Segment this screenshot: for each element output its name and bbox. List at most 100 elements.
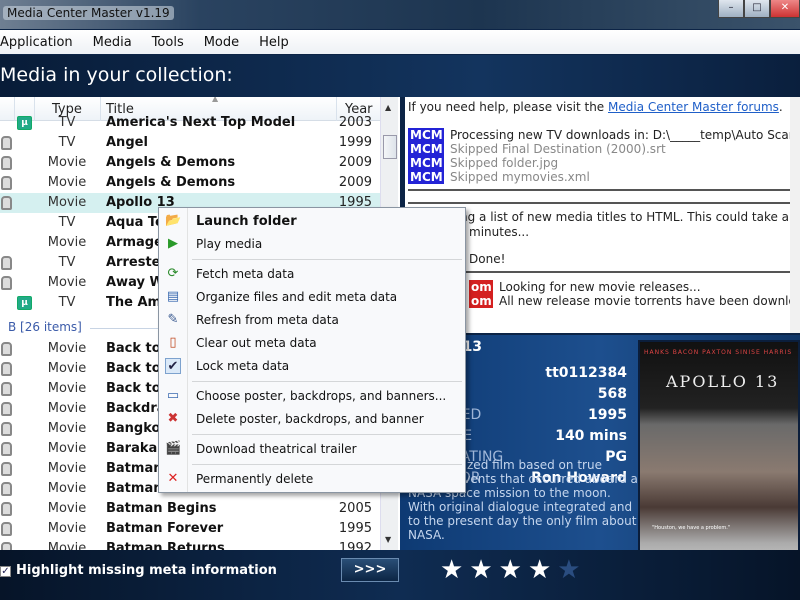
menu-item-permanently-delete[interactable]: ✕ Permanently delete <box>159 468 465 490</box>
star-filled-icon[interactable]: ★ <box>469 555 492 585</box>
highlight-checkbox-label[interactable]: Highlight missing meta information <box>16 563 277 578</box>
row-title: Back to <box>106 361 161 376</box>
menu-item-download-theatrical-trailer[interactable]: 🎬 Download theatrical trailer <box>159 438 465 460</box>
lock-icon <box>1 402 12 416</box>
maximize-button[interactable]: □ <box>744 0 770 18</box>
lock-icon <box>1 542 12 550</box>
menu-application[interactable]: Application <box>0 35 73 50</box>
edit-icon: ✎ <box>167 312 179 327</box>
collection-header: Media in your collection: <box>0 55 800 97</box>
row-type: Movie <box>47 401 87 416</box>
menu-tools[interactable]: Tools <box>152 35 184 50</box>
clapper-icon: 🎬 <box>165 441 182 456</box>
lock-icon <box>1 256 12 270</box>
table-row[interactable]: µ TV America's Next Top Model 2003 <box>0 113 380 133</box>
menu-item-play-media[interactable]: ▶ Play media <box>159 233 465 255</box>
menu-item-label: Organize files and edit meta data <box>196 290 398 304</box>
row-year: 2005 <box>338 501 372 516</box>
menu-item-lock-meta-data[interactable]: ✔ Lock meta data <box>159 355 465 377</box>
menu-item-clear-out-meta-data[interactable]: ▯ Clear out meta data <box>159 332 465 354</box>
table-row[interactable]: Movie Batman Forever 1995 <box>0 519 380 539</box>
context-menu: 📂 Launch folder ▶ Play media ⟳ Fetch meta dat… <box>158 207 466 493</box>
row-title: Angel <box>106 135 148 150</box>
row-type: TV <box>58 135 76 150</box>
divider <box>408 202 790 204</box>
row-type: Movie <box>47 521 87 536</box>
x-icon: ✕ <box>167 471 179 486</box>
delete-image-icon: ✖ <box>167 411 179 426</box>
menu-item-label: Play media <box>196 237 263 251</box>
row-type: Movie <box>47 541 87 550</box>
row-type: Movie <box>47 461 87 476</box>
scrollbar-thumb[interactable] <box>383 135 397 159</box>
row-type: TV <box>58 115 76 130</box>
poster-image: HANKS BACON PAXTON SINISE HARRIS APOLLO … <box>638 340 800 580</box>
menu-mode[interactable]: Mode <box>204 35 239 50</box>
log-scrollbar[interactable] <box>790 97 800 333</box>
row-type: Movie <box>47 501 87 516</box>
lock-icon <box>1 522 12 536</box>
table-row[interactable]: Movie Batman Begins 2005 <box>0 499 380 519</box>
row-type: Movie <box>47 421 87 436</box>
window-title: Media Center Master v1.19 <box>3 6 174 20</box>
star-filled-icon[interactable]: ★ <box>440 555 463 585</box>
forums-link[interactable]: Media Center Master forums <box>608 100 779 114</box>
row-title: America's Next Top Model <box>106 115 296 130</box>
row-year: 2003 <box>338 115 372 130</box>
menu-item-refresh-from-meta-data[interactable]: ✎ Refresh from meta data <box>159 309 465 331</box>
highlight-checkbox[interactable]: ✓ <box>0 566 11 577</box>
table-row[interactable]: Movie Angels & Demons 2009 <box>0 173 380 193</box>
check-icon: ✔ <box>165 358 181 374</box>
row-title: Batman Forever <box>106 521 224 536</box>
row-type: Movie <box>47 155 87 170</box>
menu-separator <box>192 381 462 382</box>
menu-item-launch-folder[interactable]: 📂 Launch folder <box>159 210 465 232</box>
star-empty-icon[interactable]: ★ <box>557 555 580 585</box>
red-badge: om: <box>469 294 497 308</box>
close-button[interactable]: ✕ <box>770 0 800 18</box>
menu-separator <box>192 259 462 260</box>
fetch-icon: ⟳ <box>167 266 179 281</box>
menu-item-fetch-meta-data[interactable]: ⟳ Fetch meta data <box>159 263 465 285</box>
row-type: Movie <box>47 195 87 210</box>
row-title: Armage <box>106 235 163 250</box>
row-type: Movie <box>47 341 87 356</box>
table-row[interactable]: Movie Angels & Demons 2009 <box>0 153 380 173</box>
log-line: MCM: Skipped mymovies.xml <box>408 170 590 184</box>
menu-item-choose-poster-backdrops-and-banners[interactable]: ▭ Choose poster, backdrops, and banners..… <box>159 385 465 407</box>
row-type: Movie <box>47 361 87 376</box>
menu-media[interactable]: Media <box>93 35 132 50</box>
menu-item-label: Delete poster, backdrops, and banner <box>196 412 424 426</box>
menu-item-label: Choose poster, backdrops, and banners... <box>196 389 447 403</box>
minimize-button[interactable]: – <box>718 0 744 18</box>
menu-item-delete-poster-backdrops-and-banner[interactable]: ✖ Delete poster, backdrops, and banner <box>159 408 465 430</box>
scroll-down-icon[interactable]: ▼ <box>385 535 391 544</box>
mcm-badge: MCM: <box>408 142 448 156</box>
next-button[interactable]: >>> <box>341 558 399 582</box>
image-icon: ▭ <box>166 388 180 403</box>
star-rating[interactable]: ★ ★ ★ ★ ★ <box>440 555 581 585</box>
table-row[interactable]: TV Angel 1999 <box>0 133 380 153</box>
row-title: Backdra <box>106 401 166 416</box>
lock-icon <box>1 502 12 516</box>
lock-icon <box>1 156 12 170</box>
title-bar: Media Center Master v1.19 – □ ✕ <box>0 0 800 29</box>
row-type: Movie <box>47 235 87 250</box>
menu-separator <box>192 464 462 465</box>
mcm-badge: MCM: <box>408 156 448 170</box>
menu-help[interactable]: Help <box>259 35 289 50</box>
row-type: TV <box>58 295 76 310</box>
clear-icon: ▯ <box>169 335 177 350</box>
star-filled-icon[interactable]: ★ <box>499 555 522 585</box>
log-line: MCM: Skipped Final Destination (2000).srt <box>408 142 666 156</box>
row-type: TV <box>58 215 76 230</box>
star-filled-icon[interactable]: ★ <box>528 555 551 585</box>
lock-icon <box>1 382 12 396</box>
scroll-up-icon[interactable]: ▲ <box>385 103 391 112</box>
menu-item-label: Fetch meta data <box>196 267 295 281</box>
row-type: TV <box>58 255 76 270</box>
menu-bar: Application Media Tools Mode Help <box>0 30 800 54</box>
menu-item-organize-files-and-edit-meta-data[interactable]: ▤ Organize files and edit meta data <box>159 286 465 308</box>
group-header[interactable]: B [26 items] <box>8 320 82 334</box>
table-row[interactable]: Movie Batman Returns 1992 <box>0 539 380 550</box>
